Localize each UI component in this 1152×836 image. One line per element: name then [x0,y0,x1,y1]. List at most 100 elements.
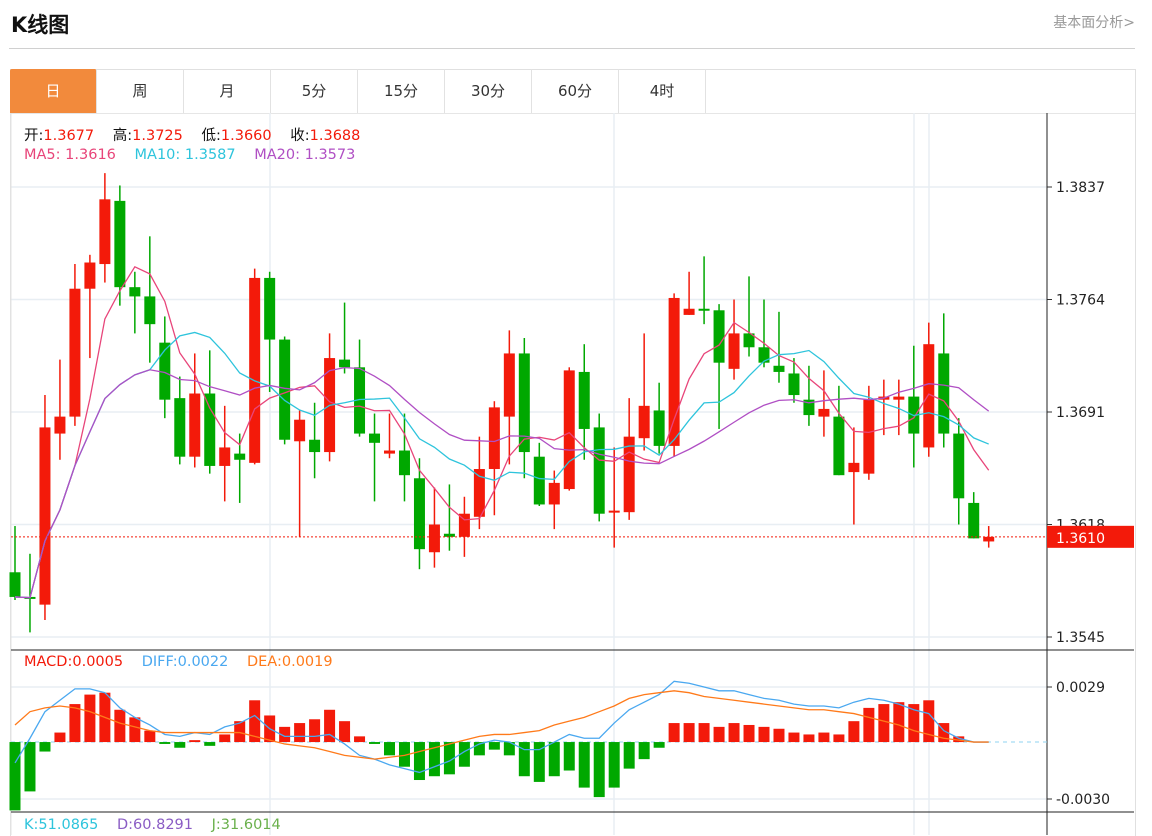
candle-body [818,408,830,417]
candle-body [713,310,725,363]
macd-bar [488,742,500,750]
candle [354,339,366,437]
macd-bar [159,742,171,744]
candle-body [533,456,545,505]
macd-bar [204,742,216,746]
macd-bar [788,732,800,743]
candle [369,413,381,502]
macd-bar [623,742,635,769]
ma20-line [14,366,990,599]
candle-body [893,396,905,400]
macd-bar [54,732,66,743]
candle-body [788,373,800,396]
candle [129,271,141,334]
macd-bar [309,719,321,743]
macd-bar [548,742,560,777]
candle-body [758,347,770,363]
candle-body [863,399,875,474]
candle [608,447,620,548]
price-tick-label: 1.3764 [1056,293,1105,309]
j-value: 31.6014 [220,817,281,833]
macd-tick-label: -0.0030 [1056,792,1110,808]
candle-body [938,353,950,434]
macd-bar [578,742,590,788]
macd-bar [9,742,21,811]
candle [953,418,965,525]
candle-body [174,398,186,457]
candle [473,436,485,530]
candle [908,345,920,468]
candle [84,254,96,359]
macd-tick-label: 0.0029 [1056,680,1105,696]
candle [698,256,710,325]
candle [518,338,530,479]
macd-bar [743,724,755,743]
candle-body [833,416,845,476]
macd-bar [219,734,231,743]
candle [443,484,455,551]
candle [623,398,635,520]
macd-bar [728,723,740,743]
candle [189,353,201,468]
dea-label: DEA: [246,654,282,670]
macd-bar [174,742,186,748]
candle-body [443,533,455,537]
candle-body [339,359,351,368]
candle-body [234,453,246,460]
diff-label: DIFF: [141,654,178,670]
candle [728,299,740,380]
macd-bar [713,726,725,743]
candle-body [398,450,410,476]
candle [428,487,440,568]
candle-body [9,572,21,597]
macd-bar [818,732,830,743]
macd-bar [848,721,860,743]
low-value: 1.3660 [220,128,272,144]
candle [384,413,395,459]
candle [204,350,216,474]
candle-body [294,419,306,442]
candle [69,264,81,426]
candle-body [279,339,291,440]
ma10-label: MA10: [134,147,181,163]
macd-bar [638,742,650,760]
macd-bar [803,734,815,743]
macd-bar [144,730,156,743]
candle [24,553,36,633]
macd-bar [563,742,575,771]
candle-body [249,277,261,463]
candle [683,271,695,315]
dea-line [14,690,989,760]
candle [848,427,860,525]
d-value: 60.8291 [133,817,194,833]
last-price-label: 1.3610 [1056,531,1105,547]
candle-body [578,371,590,429]
macd-bar [189,740,201,743]
macd-bar [339,721,351,743]
candle [578,344,590,460]
macd-bar [878,704,890,743]
macd-bar [608,742,620,788]
candle-body [968,502,980,539]
macd-label: MACD: [24,654,73,670]
macd-bar [354,736,366,743]
ma20-value: 1.3573 [304,147,356,163]
macd-bar [863,707,875,743]
candle-body [638,405,650,439]
candle [99,173,111,283]
macd-bar [773,728,785,743]
candle [593,413,605,522]
macd-bar [294,723,306,743]
macd-bar [683,723,695,743]
candle [174,376,186,465]
candle-body [114,200,126,288]
macd-value: 0.0005 [72,654,124,670]
macd-bar [114,709,126,743]
candle [159,316,171,419]
candle [563,367,575,491]
candle [653,382,665,454]
candle-body [953,433,965,499]
candle-body [848,462,860,473]
price-tick-label: 1.3691 [1056,405,1105,421]
open-label: 开: [24,128,44,144]
